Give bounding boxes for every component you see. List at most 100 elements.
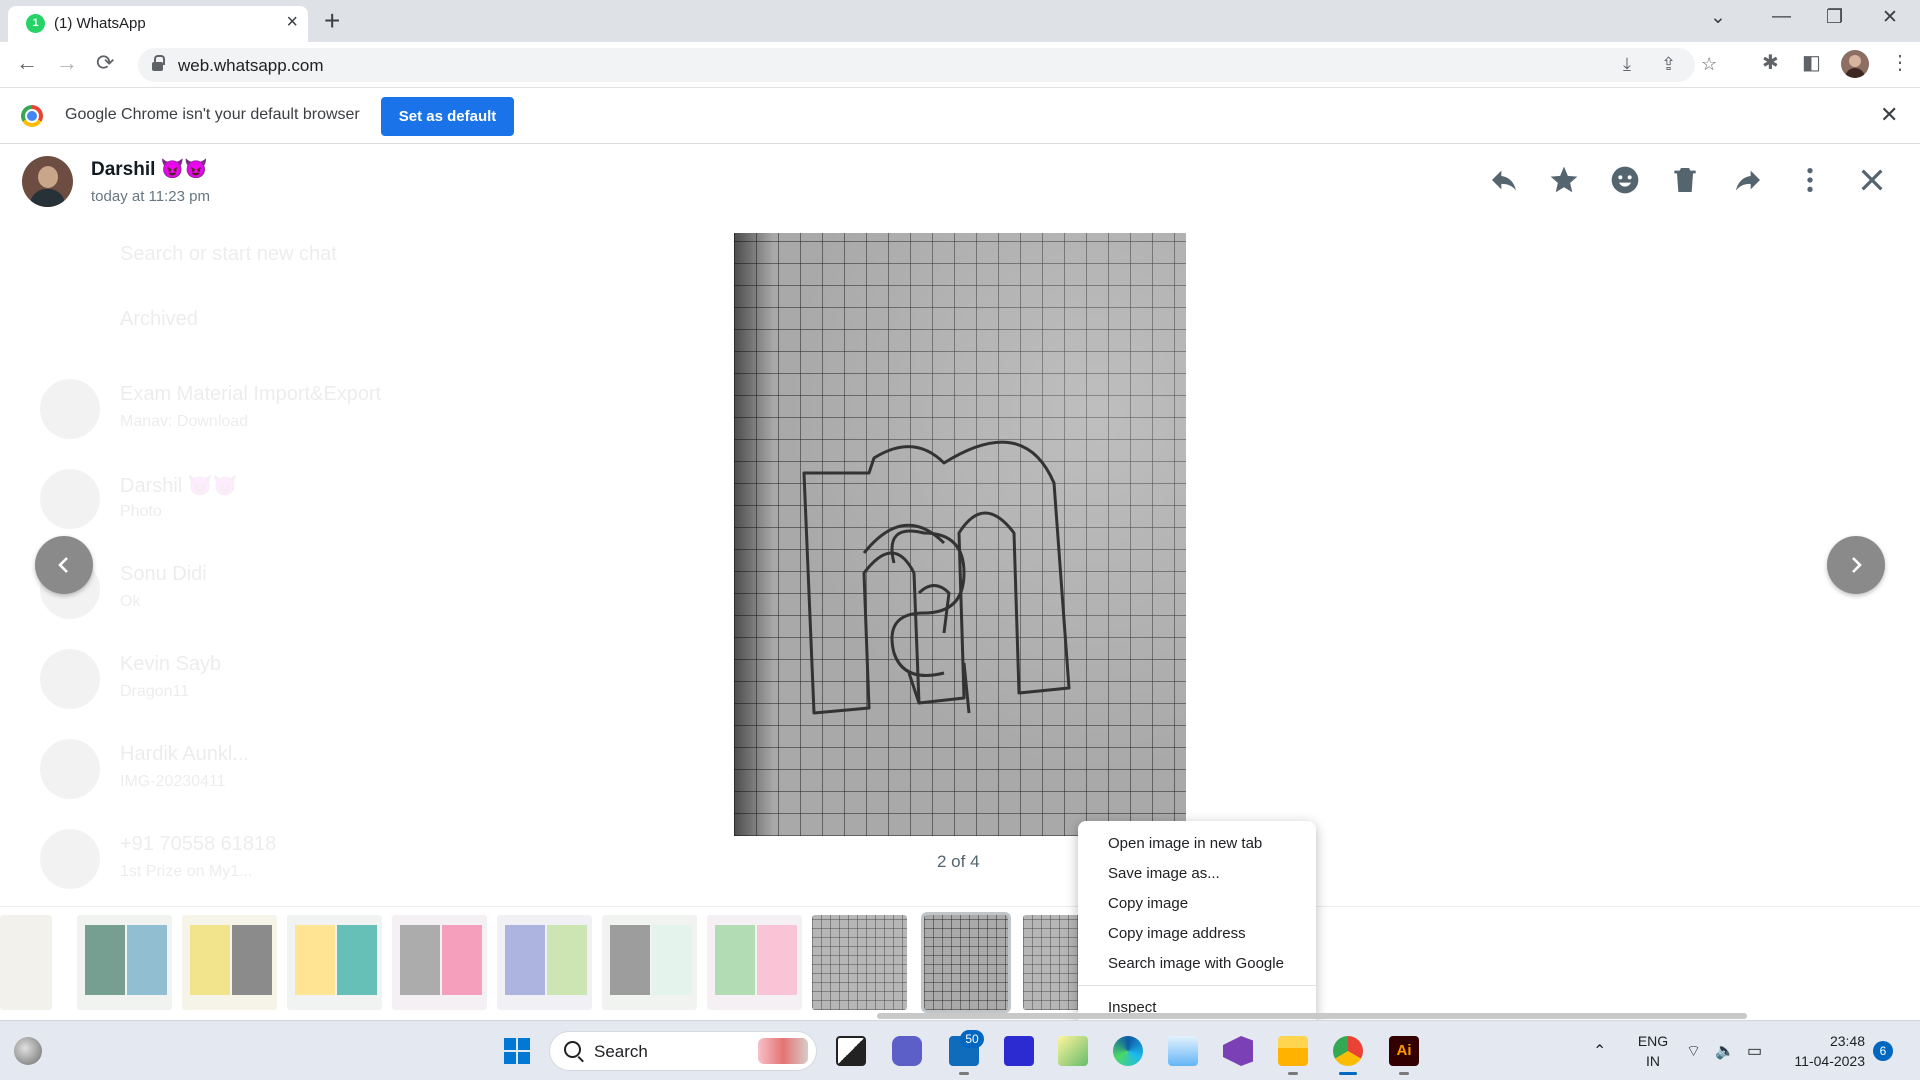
default-browser-infobar: Google Chrome isn't your default browser… bbox=[0, 88, 1920, 144]
window-close-button[interactable]: ✕ bbox=[1882, 6, 1898, 29]
profile-avatar[interactable] bbox=[1841, 50, 1869, 78]
clock-date: 11-04-2023 bbox=[1794, 1053, 1865, 1069]
app-icon-chart[interactable] bbox=[1168, 1036, 1198, 1066]
set-as-default-button[interactable]: Set as default bbox=[381, 97, 514, 136]
media-thumbnail[interactable] bbox=[602, 915, 697, 1010]
tab-strip: 1 (1) WhatsApp × + ⌄ — ❐ ✕ bbox=[0, 0, 1920, 42]
widgets-icon[interactable] bbox=[14, 1037, 42, 1065]
taskbar-search-box[interactable]: Search bbox=[549, 1031, 817, 1071]
side-panel-icon[interactable]: ◧ bbox=[1802, 50, 1821, 75]
media-thumbnail-strip bbox=[0, 906, 1920, 1010]
taskbar: Search 50 Ai ⌃ ENG IN ⌔ 🔈 ▭ 23:48 11-04-… bbox=[0, 1020, 1920, 1080]
media-viewer: Search or start new chat Archived Exam M… bbox=[0, 144, 1920, 1020]
menu-item-copy-image-address[interactable]: Copy image address bbox=[1078, 919, 1316, 949]
restore-button[interactable]: ❐ bbox=[1826, 6, 1843, 29]
notification-badge[interactable]: 6 bbox=[1873, 1041, 1893, 1061]
image-context-menu: Open image in new tab Save image as... C… bbox=[1078, 821, 1316, 1020]
install-app-icon[interactable]: ⤓ bbox=[1623, 54, 1631, 75]
mail-badge: 50 bbox=[960, 1030, 984, 1048]
list-item: Kevin Sayb Dragon11 bbox=[30, 639, 580, 719]
wifi-icon[interactable]: ⌔ bbox=[1686, 1041, 1701, 1061]
tab-close-icon[interactable]: × bbox=[286, 11, 298, 34]
search-icon bbox=[564, 1041, 581, 1058]
start-button[interactable] bbox=[502, 1036, 532, 1066]
forward-icon[interactable] bbox=[1732, 164, 1764, 196]
list-item: Hardik Aunkl... IMG-20230411 bbox=[30, 729, 580, 809]
clock-time: 23:48 bbox=[1829, 1033, 1865, 1049]
infobar-close-icon[interactable]: ✕ bbox=[1880, 102, 1898, 128]
visual-studio-icon[interactable] bbox=[1223, 1036, 1253, 1066]
file-explorer-icon[interactable] bbox=[1278, 1036, 1308, 1075]
chrome-taskbar-icon[interactable] bbox=[1333, 1036, 1363, 1075]
chrome-menu-icon[interactable]: ⋮ bbox=[1890, 50, 1910, 75]
new-tab-button[interactable]: + bbox=[324, 5, 340, 37]
tray-overflow-chevron-icon[interactable]: ⌃ bbox=[1593, 1041, 1606, 1061]
browser-toolbar: ← → ⟳ web.whatsapp.com ⤓ ⇪ ☆ ✱ ◧ ⋮ bbox=[0, 42, 1920, 88]
address-bar[interactable]: web.whatsapp.com ⤓ ⇪ ☆ bbox=[138, 48, 1717, 82]
media-thumbnail[interactable] bbox=[497, 915, 592, 1010]
chrome-logo-icon bbox=[21, 105, 43, 127]
tab-title: (1) WhatsApp bbox=[54, 15, 146, 32]
message-timestamp: today at 11:23 pm bbox=[91, 188, 210, 205]
chevron-right-icon bbox=[1852, 557, 1862, 573]
menu-item-open-image-new-tab[interactable]: Open image in new tab bbox=[1078, 829, 1316, 859]
menu-item-save-image-as[interactable]: Save image as... bbox=[1078, 859, 1316, 889]
system-clock[interactable]: 23:48 11-04-2023 bbox=[1785, 1031, 1865, 1071]
next-media-button[interactable] bbox=[1827, 536, 1885, 594]
teams-chat-icon[interactable] bbox=[892, 1036, 922, 1066]
media-thumbnail-active[interactable] bbox=[924, 915, 1008, 1010]
taskbar-search-label: Search bbox=[594, 1042, 648, 1061]
media-thumbnail[interactable] bbox=[182, 915, 277, 1010]
chevron-left-icon bbox=[58, 557, 68, 573]
bookmark-star-icon[interactable]: ☆ bbox=[1701, 54, 1717, 75]
media-thumbnail[interactable] bbox=[392, 915, 487, 1010]
media-photo[interactable] bbox=[734, 233, 1186, 836]
menu-item-search-image-google[interactable]: Search image with Google bbox=[1078, 949, 1316, 979]
whatsapp-favicon-icon: 1 bbox=[26, 14, 45, 33]
tab-whatsapp[interactable]: 1 (1) WhatsApp × bbox=[8, 6, 308, 42]
delete-icon[interactable] bbox=[1669, 164, 1701, 196]
reply-icon[interactable] bbox=[1488, 164, 1520, 196]
reload-button[interactable]: ⟳ bbox=[96, 50, 114, 76]
close-icon[interactable] bbox=[1856, 164, 1888, 196]
media-thumbnail[interactable] bbox=[287, 915, 382, 1010]
list-item: Sonu Didi Ok bbox=[30, 549, 580, 629]
list-item: Archived bbox=[120, 308, 198, 330]
task-view-icon[interactable] bbox=[836, 1036, 866, 1066]
media-thumbnail[interactable] bbox=[0, 915, 52, 1010]
edge-browser-icon[interactable] bbox=[1113, 1036, 1143, 1066]
volume-icon[interactable]: 🔈 bbox=[1715, 1041, 1735, 1061]
media-thumbnail[interactable] bbox=[812, 915, 907, 1010]
lock-icon[interactable] bbox=[152, 55, 165, 71]
viewer-header: Darshil 😈😈 today at 11:23 pm bbox=[0, 144, 1920, 224]
illustrator-icon[interactable]: Ai bbox=[1389, 1036, 1419, 1075]
contact-avatar[interactable] bbox=[22, 156, 73, 207]
share-icon[interactable]: ⇪ bbox=[1661, 54, 1676, 75]
back-button[interactable]: ← bbox=[16, 50, 38, 76]
star-icon[interactable] bbox=[1548, 164, 1580, 196]
media-thumbnail[interactable] bbox=[77, 915, 172, 1010]
infobar-message: Google Chrome isn't your default browser bbox=[65, 106, 360, 123]
forward-button[interactable]: → bbox=[56, 50, 78, 76]
list-item: Exam Material Import&Export Manav: Downlo… bbox=[30, 369, 580, 449]
battery-icon[interactable]: ▭ bbox=[1747, 1041, 1762, 1061]
url-text[interactable]: web.whatsapp.com bbox=[178, 56, 324, 76]
contact-name[interactable]: Darshil 😈😈 bbox=[91, 157, 208, 181]
media-thumbnail[interactable] bbox=[707, 915, 802, 1010]
extensions-icon[interactable]: ✱ bbox=[1762, 50, 1779, 75]
app-icon-paint[interactable] bbox=[1058, 1036, 1088, 1066]
horizontal-scrollbar[interactable] bbox=[877, 1013, 1747, 1019]
language-indicator[interactable]: ENG IN bbox=[1633, 1031, 1673, 1071]
app-icon-m[interactable] bbox=[1004, 1036, 1034, 1066]
tab-search-chevron-icon[interactable]: ⌄ bbox=[1710, 6, 1726, 29]
menu-item-copy-image[interactable]: Copy image bbox=[1078, 889, 1316, 919]
windows-logo-icon bbox=[504, 1038, 530, 1064]
previous-media-button[interactable] bbox=[35, 536, 93, 594]
menu-icon[interactable] bbox=[1794, 164, 1826, 196]
emoji-icon[interactable] bbox=[1609, 164, 1641, 196]
media-counter: 2 of 4 bbox=[937, 852, 980, 871]
minimize-button[interactable]: — bbox=[1772, 6, 1791, 28]
menu-divider bbox=[1078, 985, 1316, 986]
list-item: Darshil 😈😈 Photo bbox=[30, 459, 580, 539]
search-highlight-image bbox=[758, 1038, 808, 1064]
